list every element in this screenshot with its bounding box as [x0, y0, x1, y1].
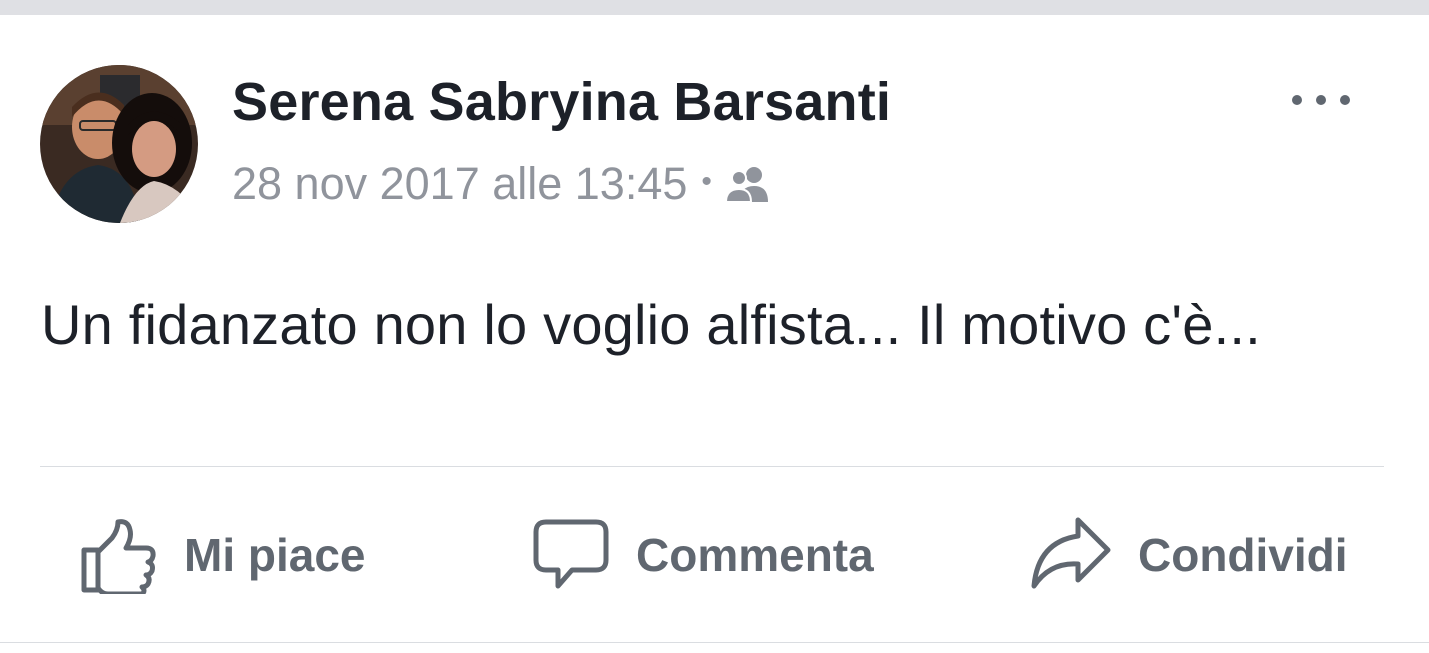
post-text: Un fidanzato non lo voglio alfista... Il… [41, 293, 1261, 356]
post-meta: 28 nov 2017 alle 13:45 • [232, 158, 774, 210]
comment-label: Commenta [636, 529, 874, 581]
share-arrow-icon [1031, 517, 1111, 589]
more-options-icon[interactable] [1286, 83, 1356, 117]
meta-separator: • [701, 165, 712, 198]
avatar-photo [40, 65, 198, 223]
like-label: Mi piace [184, 529, 366, 581]
actions-divider [40, 466, 1384, 467]
comment-button[interactable]: Commenta [532, 505, 874, 605]
share-button[interactable]: Condividi [1030, 505, 1348, 605]
like-button[interactable]: Mi piace [80, 505, 366, 605]
comment-bubble-icon [533, 519, 609, 589]
thumbs-up-icon [81, 519, 156, 594]
feed-separator-strip [0, 0, 1429, 15]
author-avatar[interactable] [40, 65, 198, 223]
share-label: Condividi [1138, 529, 1348, 581]
author-name[interactable]: Serena Sabryina Barsanti [232, 71, 891, 133]
post-timestamp[interactable]: 28 nov 2017 alle 13:45 [232, 158, 687, 210]
post-bottom-divider [0, 642, 1429, 643]
friends-icon[interactable] [724, 164, 774, 204]
feed-post: Serena Sabryina Barsanti 28 nov 2017 all… [0, 15, 1429, 653]
